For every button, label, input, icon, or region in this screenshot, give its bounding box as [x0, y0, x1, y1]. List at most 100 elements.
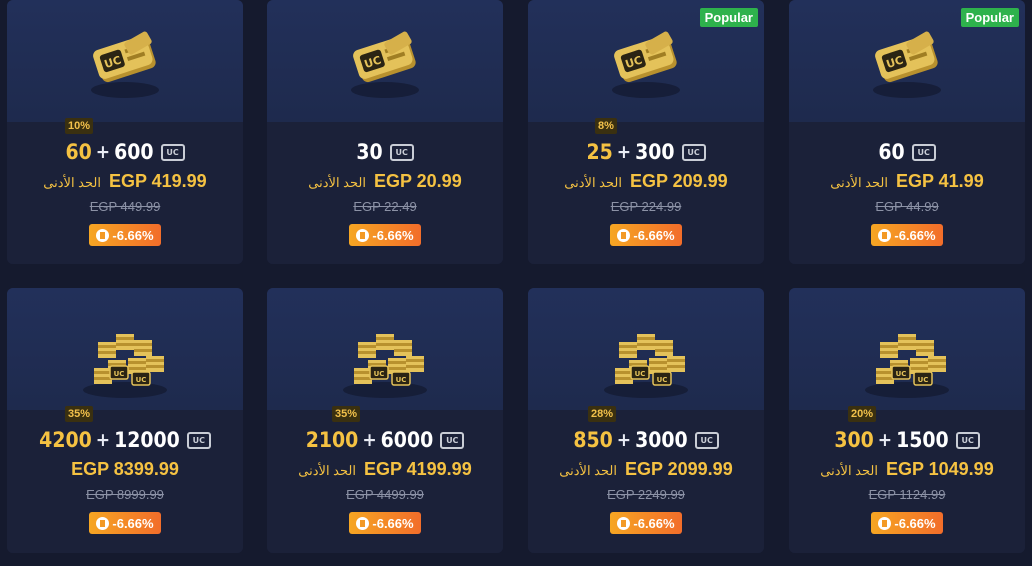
price: EGP 41.99	[895, 171, 984, 191]
minimum-label: الحد الأدنى	[820, 463, 878, 478]
discount-badge[interactable]: -6.66%	[349, 512, 421, 534]
bonus-amount: 25	[586, 140, 613, 164]
coupon-icon	[878, 516, 892, 530]
uc-quantity: 60 +600 UC	[7, 140, 243, 164]
price: EGP 4199.99	[363, 459, 472, 479]
uc-package-card[interactable]: UC 10% 60 +600 UC الحد الأدنى EGP 419.99 EGP 4…	[7, 0, 243, 264]
plus-sign: +	[877, 429, 893, 451]
plus-sign: +	[616, 429, 632, 451]
uc-package-card[interactable]: UC Popular 60 UC الحد الأدنى EGP 41.99 EGP 44…	[789, 0, 1025, 264]
price-row: الحد الأدنى EGP 4199.99	[267, 459, 503, 480]
uc-package-card[interactable]: UC UC 20% 300 +1500 UC الحد الأدنى EGP 1049.99 E…	[789, 288, 1025, 553]
package-image-area: UC UC	[528, 288, 764, 410]
base-amount: 12000	[114, 428, 180, 452]
price: EGP 8399.99	[71, 459, 179, 479]
minimum-label: الحد الأدنى	[559, 463, 617, 478]
coupon-icon	[96, 516, 110, 530]
plus-sign: +	[95, 141, 111, 163]
original-price: EGP 449.99	[89, 199, 161, 214]
package-info: 20% 300 +1500 UC الحد الأدنى EGP 1049.99 EGP 1…	[789, 406, 1025, 553]
base-amount: 30	[356, 140, 383, 164]
uc-icon: UC	[955, 431, 980, 449]
uc-quantity: 30 UC	[267, 140, 503, 164]
bonus-percent-badge: 10%	[65, 118, 94, 134]
uc-coins-image: UC	[852, 6, 962, 121]
price-row: الحد الأدنى EGP 1049.99	[789, 459, 1025, 480]
bonus-amount: 300	[834, 428, 874, 452]
bonus-amount: 2100	[305, 428, 359, 452]
original-price: EGP 22.49	[353, 199, 417, 214]
package-info: 60 UC الحد الأدنى EGP 41.99 EGP 44.99 -6.66%	[789, 122, 1025, 264]
svg-text:UC: UC	[114, 370, 125, 378]
discount-value: -6.66%	[633, 227, 675, 243]
discount-value: -6.66%	[372, 227, 414, 243]
discount-value: -6.66%	[112, 515, 154, 531]
svg-text:UC: UC	[136, 376, 147, 384]
uc-quantity: 25 +300 UC	[528, 140, 764, 164]
package-image-area: UC UC	[7, 288, 243, 410]
uc-package-card[interactable]: UC Popular 8% 25 +300 UC الحد الأدنى EGP 209.9…	[528, 0, 764, 264]
bonus-percent-badge: 20%	[848, 406, 877, 422]
base-amount: 3000	[635, 428, 688, 452]
uc-icon: UC	[681, 143, 706, 161]
uc-coins-image: UC UC	[330, 302, 440, 417]
package-image-area: UC UC	[267, 288, 503, 410]
package-info: 35% 4200 +12000 UC EGP 8399.99 EGP 8999.99 -6.…	[7, 406, 243, 553]
price: EGP 1049.99	[885, 459, 994, 479]
uc-icon: UC	[694, 431, 719, 449]
discount-value: -6.66%	[894, 515, 936, 531]
uc-coins-image: UC	[70, 6, 180, 121]
package-info: 10% 60 +600 UC الحد الأدنى EGP 419.99 EGP 449.…	[7, 118, 243, 264]
discount-badge[interactable]: -6.66%	[89, 224, 161, 246]
minimum-label: الحد الأدنى	[308, 175, 366, 190]
discount-badge[interactable]: -6.66%	[871, 224, 943, 246]
original-price: EGP 44.99	[875, 199, 939, 214]
uc-coins-image: UC	[591, 6, 701, 121]
coupon-icon	[356, 516, 370, 530]
uc-icon: UC	[440, 431, 465, 449]
uc-coins-image: UC UC	[852, 302, 962, 417]
original-price: EGP 8999.99	[86, 487, 164, 502]
package-image-area: UC Popular	[789, 0, 1025, 122]
discount-badge[interactable]: -6.66%	[349, 224, 421, 246]
uc-quantity: 60 UC	[789, 140, 1025, 164]
discount-value: -6.66%	[112, 227, 154, 243]
svg-text:UC: UC	[374, 370, 385, 378]
bonus-percent-badge: 35%	[332, 406, 361, 422]
minimum-label: الحد الأدنى	[564, 175, 622, 190]
coupon-icon	[96, 228, 110, 242]
coupon-icon	[356, 228, 370, 242]
popular-badge: Popular	[960, 8, 1019, 27]
uc-coins-image: UC	[330, 6, 440, 121]
package-info: 8% 25 +300 UC الحد الأدنى EGP 209.99 EGP 224.9…	[528, 118, 764, 264]
original-price: EGP 4499.99	[346, 487, 424, 502]
package-image-area: UC UC	[789, 288, 1025, 410]
uc-package-card[interactable]: UC UC 35% 4200 +12000 UC EGP 8399.99 EGP 8999.9…	[7, 288, 243, 553]
base-amount: 60	[878, 140, 905, 164]
price-row: الحد الأدنى EGP 209.99	[528, 171, 764, 192]
price: EGP 2099.99	[624, 459, 733, 479]
price-row: الحد الأدنى EGP 419.99	[7, 171, 243, 192]
discount-badge[interactable]: -6.66%	[610, 512, 682, 534]
discount-badge[interactable]: -6.66%	[89, 512, 161, 534]
price: EGP 209.99	[629, 171, 728, 191]
plus-sign: +	[362, 429, 377, 451]
discount-value: -6.66%	[894, 227, 936, 243]
coupon-icon	[617, 516, 631, 530]
uc-package-card[interactable]: UC UC 35% 2100 +6000 UC الحد الأدنى EGP 4199.99…	[267, 288, 503, 553]
uc-package-card[interactable]: UC UC 28% 850 +3000 UC الحد الأدنى EGP 2099.99 E…	[528, 288, 764, 553]
uc-coins-image: UC UC	[591, 302, 701, 417]
plus-sign: +	[95, 429, 111, 451]
bonus-amount: 60	[65, 140, 92, 164]
uc-package-card[interactable]: UC 30 UC الحد الأدنى EGP 20.99 EGP 22.49 -6.6…	[267, 0, 503, 264]
svg-text:UC: UC	[635, 370, 646, 378]
base-amount: 600	[114, 140, 154, 164]
discount-badge[interactable]: -6.66%	[610, 224, 682, 246]
price: EGP 20.99	[373, 171, 462, 191]
popular-badge: Popular	[699, 8, 758, 27]
uc-quantity: 300 +1500 UC	[789, 428, 1025, 452]
uc-icon: UC	[186, 431, 211, 449]
discount-badge[interactable]: -6.66%	[871, 512, 943, 534]
price-row: الحد الأدنى EGP 41.99	[789, 171, 1025, 192]
uc-icon: UC	[160, 143, 185, 161]
